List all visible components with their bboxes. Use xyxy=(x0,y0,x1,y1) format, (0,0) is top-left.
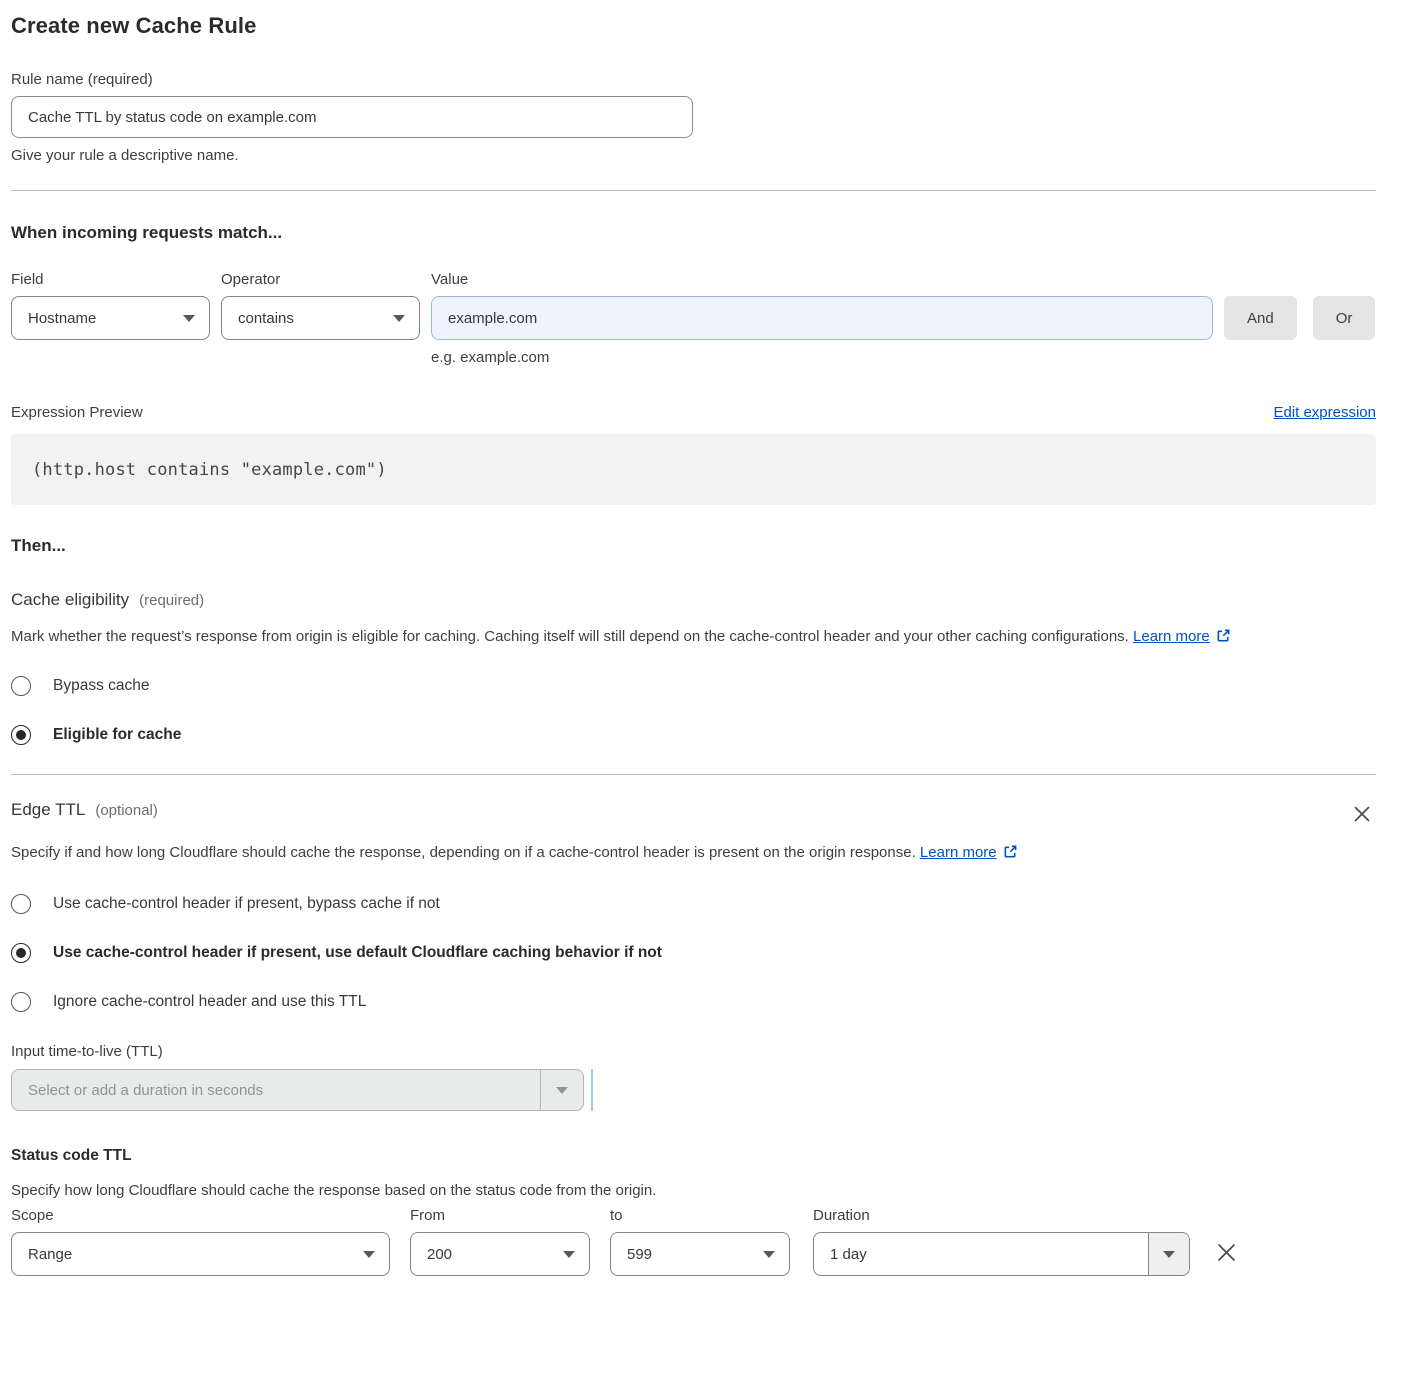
radio-button-checked[interactable] xyxy=(11,943,31,963)
chevron-down-icon xyxy=(556,1087,568,1094)
divider xyxy=(11,774,1376,775)
duration-caret-button[interactable] xyxy=(1148,1233,1189,1275)
create-cache-rule-form: Create new Cache Rule Rule name (require… xyxy=(0,0,1412,1276)
edge-ttl-close-button[interactable] xyxy=(1348,800,1376,828)
from-select-value: 200 xyxy=(427,1246,563,1263)
to-label: to xyxy=(610,1207,790,1224)
ttl-duration-caret-button[interactable] xyxy=(540,1070,583,1110)
rule-name-input[interactable] xyxy=(11,96,693,138)
operator-select-value: contains xyxy=(238,310,393,327)
cache-eligibility-description: Mark whether the request’s response from… xyxy=(11,628,1129,645)
external-link-icon xyxy=(1003,844,1018,859)
to-select-value: 599 xyxy=(627,1246,763,1263)
ttl-duration-select[interactable]: Select or add a duration in seconds xyxy=(11,1069,584,1111)
scope-label: Scope xyxy=(11,1207,390,1224)
duration-select-value: 1 day xyxy=(814,1246,1148,1263)
match-heading: When incoming requests match... xyxy=(11,223,1376,243)
radio-option-label: Use cache-control header if present, use… xyxy=(53,944,662,962)
chevron-down-icon xyxy=(763,1251,775,1258)
field-select[interactable]: Hostname xyxy=(11,296,210,340)
duration-label: Duration xyxy=(813,1207,1190,1224)
to-select[interactable]: 599 xyxy=(610,1232,790,1276)
then-heading: Then... xyxy=(11,536,1376,556)
radio-option-label: Bypass cache xyxy=(53,677,150,695)
value-help: e.g. example.com xyxy=(431,349,1376,366)
chevron-down-icon xyxy=(183,315,195,322)
radio-option-label: Ignore cache-control header and use this… xyxy=(53,993,366,1011)
ttl-input-label: Input time-to-live (TTL) xyxy=(11,1043,1376,1060)
edge-ttl-optional-badge: (optional) xyxy=(95,802,158,819)
scope-select[interactable]: Range xyxy=(11,1232,390,1276)
remove-status-code-ttl-button[interactable] xyxy=(1211,1237,1242,1268)
radio-button-unchecked[interactable] xyxy=(11,894,31,914)
radio-option-use-header-default[interactable]: Use cache-control header if present, use… xyxy=(11,943,1376,963)
close-icon xyxy=(1352,804,1372,824)
cache-eligibility-heading: Cache eligibility xyxy=(11,590,129,609)
text-cursor xyxy=(591,1069,593,1111)
radio-option-ignore-header[interactable]: Ignore cache-control header and use this… xyxy=(11,992,1376,1012)
chevron-down-icon xyxy=(1163,1251,1175,1258)
status-code-ttl-heading: Status code TTL xyxy=(11,1147,1376,1165)
radio-option-label: Eligible for cache xyxy=(53,726,181,744)
scope-select-value: Range xyxy=(28,1246,363,1263)
field-select-value: Hostname xyxy=(28,310,183,327)
edit-expression-link[interactable]: Edit expression xyxy=(1273,404,1376,421)
expression-preview-box: (http.host contains "example.com") xyxy=(11,434,1376,505)
expression-code: (http.host contains "example.com") xyxy=(32,460,387,480)
operator-label: Operator xyxy=(221,271,420,288)
cache-eligibility-required-badge: (required) xyxy=(139,592,204,609)
duration-select[interactable]: 1 day xyxy=(813,1232,1190,1276)
radio-option-label: Use cache-control header if present, byp… xyxy=(53,895,440,913)
page-title: Create new Cache Rule xyxy=(11,13,1376,39)
radio-option-use-header-bypass[interactable]: Use cache-control header if present, byp… xyxy=(11,894,1376,914)
rule-name-help: Give your rule a descriptive name. xyxy=(11,147,1376,164)
external-link-icon xyxy=(1216,628,1231,643)
chevron-down-icon xyxy=(363,1251,375,1258)
status-code-ttl-description: Specify how long Cloudflare should cache… xyxy=(11,1177,1351,1205)
chevron-down-icon xyxy=(563,1251,575,1258)
radio-button-checked[interactable] xyxy=(11,725,31,745)
expression-preview-label: Expression Preview xyxy=(11,404,143,421)
radio-button-unchecked[interactable] xyxy=(11,676,31,696)
or-button[interactable]: Or xyxy=(1313,296,1376,340)
edge-ttl-heading: Edge TTL xyxy=(11,800,85,819)
from-select[interactable]: 200 xyxy=(410,1232,590,1276)
chevron-down-icon xyxy=(393,315,405,322)
value-label: Value xyxy=(431,271,1213,288)
field-label: Field xyxy=(11,271,210,288)
ttl-duration-placeholder: Select or add a duration in seconds xyxy=(12,1082,540,1099)
radio-option-eligible-for-cache[interactable]: Eligible for cache xyxy=(11,725,1376,745)
edge-ttl-description: Specify if and how long Cloudflare shoul… xyxy=(11,844,916,861)
operator-select[interactable]: contains xyxy=(221,296,420,340)
edge-ttl-learn-more-link[interactable]: Learn more xyxy=(920,844,997,861)
radio-button-unchecked[interactable] xyxy=(11,992,31,1012)
value-input[interactable] xyxy=(431,296,1213,340)
radio-option-bypass-cache[interactable]: Bypass cache xyxy=(11,676,1376,696)
cache-eligibility-learn-more-link[interactable]: Learn more xyxy=(1133,628,1210,645)
rule-name-label: Rule name (required) xyxy=(11,71,153,88)
close-icon xyxy=(1215,1241,1238,1264)
divider xyxy=(11,190,1376,191)
from-label: From xyxy=(410,1207,590,1224)
and-button[interactable]: And xyxy=(1224,296,1297,340)
